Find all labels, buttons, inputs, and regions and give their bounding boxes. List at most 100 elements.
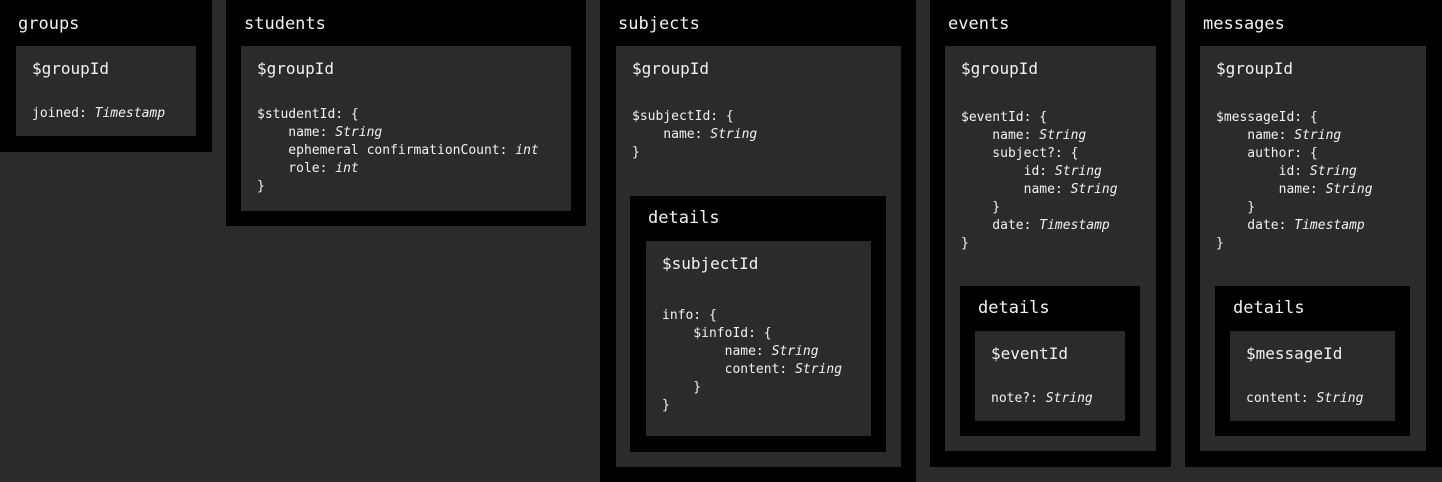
field-line: } — [632, 144, 757, 162]
field-key: $infoId: { — [662, 326, 772, 341]
field-key: name: — [257, 125, 336, 140]
subdocument-box: $subjectId info: { $infoId: { name: Stri… — [646, 241, 871, 436]
field-key: } — [257, 179, 265, 194]
field-key: role: — [257, 161, 336, 176]
field-key: id: — [1216, 164, 1310, 179]
subcollection-details: details $messageId content: String — [1215, 286, 1410, 436]
field-key: note?: — [991, 391, 1046, 406]
field-key: $messageId: { — [1216, 110, 1318, 125]
field-key: } — [961, 200, 1001, 215]
field-type: String — [1070, 182, 1118, 197]
document-fields: joined: Timestamp — [32, 105, 165, 123]
field-line: role: int — [257, 160, 539, 178]
field-type: String — [1054, 164, 1102, 179]
field-line: name: String — [1216, 127, 1373, 145]
document-box: $groupId joined: Timestamp — [16, 46, 196, 136]
collection-title: students — [244, 14, 326, 34]
collection-subjects: subjects $groupId $subjectId: { name: St… — [600, 0, 916, 482]
field-type: int — [515, 143, 539, 158]
field-line: name: String — [961, 181, 1118, 199]
field-key: content: — [1246, 391, 1317, 406]
collection-events: events $groupId $eventId: { name: String… — [930, 0, 1171, 467]
document-fields: $messageId: { name: String author: { id:… — [1216, 109, 1373, 253]
field-line: note?: String — [991, 390, 1093, 408]
field-line: } — [1216, 199, 1373, 217]
subdocument-box: $messageId content: String — [1230, 331, 1395, 421]
subdocument-id: $messageId — [1246, 344, 1343, 363]
field-line: name: String — [961, 127, 1118, 145]
field-key: name: — [632, 127, 711, 142]
collection-students: students $groupId $studentId: { name: St… — [226, 0, 586, 226]
subdocument-fields: info: { $infoId: { name: String content:… — [662, 307, 842, 415]
field-line: joined: Timestamp — [32, 105, 165, 123]
subdocument-fields: note?: String — [991, 390, 1093, 408]
field-line: name: String — [662, 343, 842, 361]
field-key: date: — [1216, 218, 1295, 233]
field-line: $infoId: { — [662, 325, 842, 343]
field-type: String — [1309, 164, 1357, 179]
field-key: name: — [662, 344, 772, 359]
subdocument-box: $eventId note?: String — [975, 331, 1125, 421]
field-line: ephemeral confirmationCount: int — [257, 142, 539, 160]
field-line: author: { — [1216, 145, 1373, 163]
field-type: String — [1039, 128, 1087, 143]
field-type: String — [1325, 182, 1373, 197]
subcollection-details: details $subjectId info: { $infoId: { na… — [630, 196, 886, 452]
field-type: int — [335, 161, 359, 176]
collection-title: events — [948, 14, 1010, 34]
field-key: $subjectId: { — [632, 109, 734, 124]
field-line: } — [1216, 235, 1373, 253]
field-line: $messageId: { — [1216, 109, 1373, 127]
collection-messages: messages $groupId $messageId: { name: St… — [1185, 0, 1442, 467]
field-key: } — [632, 145, 640, 160]
document-id: $groupId — [632, 59, 710, 78]
field-type: String — [1316, 391, 1364, 406]
field-line: name: String — [257, 124, 539, 142]
field-line: $subjectId: { — [632, 108, 757, 126]
field-key: name: — [1216, 128, 1295, 143]
field-line: } — [662, 397, 842, 415]
collection-title: messages — [1203, 14, 1285, 34]
field-key: } — [662, 380, 702, 395]
field-type: String — [795, 362, 843, 377]
subdocument-fields: content: String — [1246, 390, 1363, 408]
field-key: } — [961, 236, 969, 251]
field-type: Timestamp — [1039, 218, 1110, 233]
field-key: $eventId: { — [961, 110, 1048, 125]
document-id: $groupId — [257, 59, 335, 78]
field-line: date: Timestamp — [961, 217, 1118, 235]
field-type: String — [710, 127, 758, 142]
field-type: Timestamp — [94, 106, 166, 121]
field-key: name: — [961, 182, 1071, 197]
field-line: } — [961, 199, 1118, 217]
collection-groups: groups $groupId joined: Timestamp — [0, 0, 212, 152]
field-type: String — [1045, 391, 1093, 406]
field-key: content: — [662, 362, 796, 377]
field-key: id: — [961, 164, 1055, 179]
subcollection-title: details — [978, 298, 1050, 318]
field-line: $eventId: { — [961, 109, 1118, 127]
field-type: String — [1294, 128, 1342, 143]
field-key: subject?: { — [961, 146, 1079, 161]
field-key: } — [662, 398, 670, 413]
document-id: $groupId — [1216, 59, 1294, 78]
field-line: date: Timestamp — [1216, 217, 1373, 235]
document-id: $groupId — [961, 59, 1039, 78]
document-box: $groupId $subjectId: { name: String} det… — [616, 46, 901, 467]
field-key: joined: — [32, 106, 95, 121]
document-fields: $eventId: { name: String subject?: { id:… — [961, 109, 1118, 253]
document-fields: $studentId: { name: String ephemeral con… — [257, 106, 539, 196]
subcollection-title: details — [648, 208, 720, 228]
field-key: date: — [961, 218, 1040, 233]
field-key: } — [1216, 236, 1224, 251]
subdocument-id: $eventId — [991, 344, 1069, 363]
field-line: name: String — [1216, 181, 1373, 199]
field-line: } — [961, 235, 1118, 253]
document-box: $groupId $messageId: { name: String auth… — [1200, 46, 1426, 451]
document-fields: $subjectId: { name: String} — [632, 108, 757, 162]
subcollection-title: details — [1233, 298, 1305, 318]
field-line: content: String — [662, 361, 842, 379]
subcollection-details: details $eventId note?: String — [960, 286, 1140, 436]
field-line: subject?: { — [961, 145, 1118, 163]
document-box: $groupId $eventId: { name: String subjec… — [945, 46, 1156, 451]
